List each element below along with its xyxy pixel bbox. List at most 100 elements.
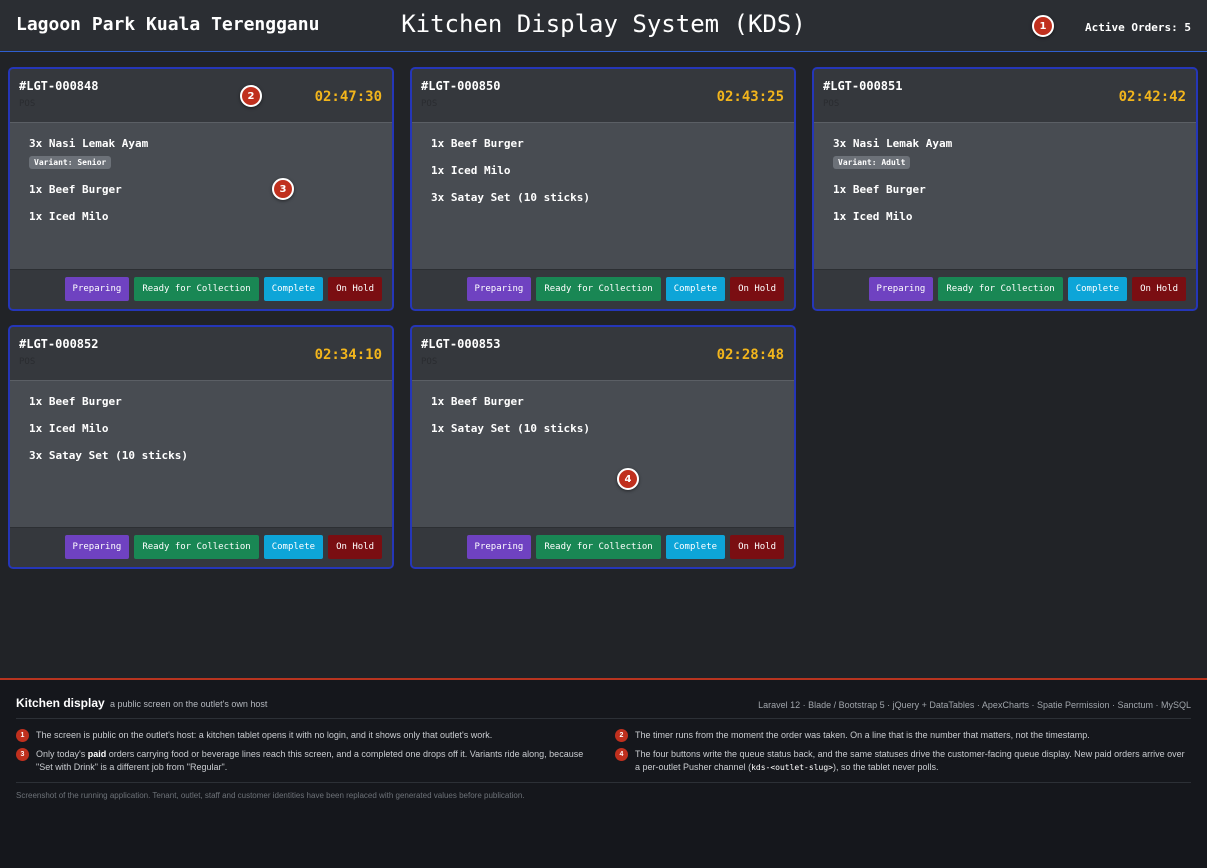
order-card-header: #LGT-000850 POS 02:43:25 — [412, 69, 794, 123]
order-card-header: #LGT-000852 POS 02:34:10 — [10, 327, 392, 381]
order-timer: 02:34:10 — [314, 347, 382, 363]
order-card-actions: Preparing Ready for Collection Complete … — [412, 527, 794, 567]
order-timer: 02:28:48 — [716, 347, 784, 363]
ready-for-collection-button[interactable]: Ready for Collection — [134, 535, 259, 559]
order-item: 1x Beef Burger — [431, 137, 775, 150]
order-item-name: 1x Iced Milo — [29, 210, 109, 223]
annotation-marker-1: 1 — [1032, 15, 1054, 37]
order-card: #LGT-000853 POS 02:28:48 1x Beef Burger … — [410, 325, 796, 569]
order-item-name: 3x Nasi Lemak Ayam — [833, 137, 953, 150]
variant-badge: Variant: Adult — [833, 156, 911, 169]
footer-divider — [16, 718, 1191, 719]
order-item-name: 3x Nasi Lemak Ayam — [29, 137, 149, 150]
preparing-button[interactable]: Preparing — [64, 535, 130, 559]
footer-note-3: 3 Only today's paid orders carrying food… — [16, 748, 591, 774]
order-card-actions: Preparing Ready for Collection Complete … — [10, 527, 392, 567]
order-item-name: 1x Satay Set (10 sticks) — [431, 422, 590, 435]
order-items-list: 1x Beef Burger 1x Iced Milo 3x Satay Set… — [412, 123, 794, 269]
ready-for-collection-button[interactable]: Ready for Collection — [536, 277, 661, 301]
disclaimer: Screenshot of the running application. T… — [16, 791, 525, 800]
order-timer: 02:43:25 — [716, 89, 784, 105]
order-source: POS — [421, 357, 438, 367]
note-text-3b: paid — [87, 749, 107, 759]
on-hold-button[interactable]: On Hold — [328, 535, 382, 559]
order-item-name: 1x Beef Burger — [833, 183, 926, 196]
order-card-header: #LGT-000848 POS 02:47:30 — [10, 69, 392, 123]
order-item: 3x Nasi Lemak Ayam Variant: Senior — [29, 137, 373, 169]
note-text-4c: ), so the tablet never polls. — [832, 762, 939, 772]
note-text-3a: Only today's — [36, 749, 88, 759]
footer-note-4: 4 The four buttons write the queue statu… — [615, 748, 1190, 774]
note-marker-2: 2 — [615, 729, 628, 742]
ready-for-collection-button[interactable]: Ready for Collection — [536, 535, 661, 559]
order-item-name: 1x Beef Burger — [29, 183, 122, 196]
footer-note-2: 2 The timer runs from the moment the ord… — [615, 729, 1190, 742]
on-hold-button[interactable]: On Hold — [730, 535, 784, 559]
footer-note-1: 1 The screen is public on the outlet's h… — [16, 729, 591, 742]
note-text-3c: orders carrying food or beverage lines r… — [36, 749, 584, 772]
order-item: 3x Satay Set (10 sticks) — [29, 449, 373, 462]
order-number: #LGT-000853 — [421, 337, 501, 351]
complete-button[interactable]: Complete — [665, 277, 726, 301]
note-marker-1: 1 — [16, 729, 29, 742]
ready-for-collection-button[interactable]: Ready for Collection — [938, 277, 1063, 301]
order-item-name: 1x Beef Burger — [431, 137, 524, 150]
annotation-marker-4: 4 — [617, 468, 639, 490]
preparing-button[interactable]: Preparing — [868, 277, 934, 301]
active-orders-count: Active Orders: 5 — [1085, 21, 1191, 34]
order-item: 1x Beef Burger — [29, 183, 373, 196]
order-items-list: 3x Nasi Lemak Ayam Variant: Adult 1x Bee… — [814, 123, 1196, 269]
preparing-button[interactable]: Preparing — [466, 277, 532, 301]
order-card: #LGT-000848 POS 02:47:30 3x Nasi Lemak A… — [8, 67, 394, 311]
order-source: POS — [823, 99, 840, 109]
note-text-1: The screen is public on the outlet's hos… — [36, 730, 493, 740]
complete-button[interactable]: Complete — [665, 535, 726, 559]
on-hold-button[interactable]: On Hold — [1132, 277, 1186, 301]
footer-divider-2 — [16, 782, 1191, 783]
order-source: POS — [421, 99, 438, 109]
complete-button[interactable]: Complete — [1067, 277, 1128, 301]
order-item: 1x Iced Milo — [29, 210, 373, 223]
footer-panel: Kitchen display a public screen on the o… — [0, 678, 1207, 868]
on-hold-button[interactable]: On Hold — [328, 277, 382, 301]
order-items-list: 1x Beef Burger 1x Iced Milo 3x Satay Set… — [10, 381, 392, 527]
order-card-actions: Preparing Ready for Collection Complete … — [412, 269, 794, 309]
order-items-list: 1x Beef Burger 1x Satay Set (10 sticks) — [412, 381, 794, 527]
order-item: 1x Beef Burger — [833, 183, 1177, 196]
note-marker-3: 3 — [16, 748, 29, 761]
on-hold-button[interactable]: On Hold — [730, 277, 784, 301]
order-number: #LGT-000850 — [421, 79, 501, 93]
note-text-2: The timer runs from the moment the order… — [635, 730, 1090, 740]
order-source: POS — [19, 99, 36, 109]
order-item: 1x Iced Milo — [29, 422, 373, 435]
order-item-name: 1x Iced Milo — [431, 164, 511, 177]
order-number: #LGT-000848 — [19, 79, 99, 93]
order-item-name: 1x Beef Burger — [29, 395, 122, 408]
complete-button[interactable]: Complete — [263, 277, 324, 301]
annotation-marker-2: 2 — [240, 85, 262, 107]
footer-title: Kitchen display a public screen on the o… — [16, 696, 267, 710]
order-item-name: 3x Satay Set (10 sticks) — [431, 191, 590, 204]
order-item-name: 3x Satay Set (10 sticks) — [29, 449, 188, 462]
complete-button[interactable]: Complete — [263, 535, 324, 559]
preparing-button[interactable]: Preparing — [64, 277, 130, 301]
tech-stack: Laravel 12 · Blade / Bootstrap 5 · jQuer… — [758, 700, 1191, 710]
order-card-actions: Preparing Ready for Collection Complete … — [814, 269, 1196, 309]
order-card: #LGT-000851 POS 02:42:42 3x Nasi Lemak A… — [812, 67, 1198, 311]
order-timer: 02:42:42 — [1118, 89, 1186, 105]
preparing-button[interactable]: Preparing — [466, 535, 532, 559]
kds-header: Lagoon Park Kuala Terengganu Kitchen Dis… — [0, 0, 1207, 52]
order-number: #LGT-000852 — [19, 337, 99, 351]
order-item: 3x Satay Set (10 sticks) — [431, 191, 775, 204]
order-item-name: 1x Beef Burger — [431, 395, 524, 408]
ready-for-collection-button[interactable]: Ready for Collection — [134, 277, 259, 301]
order-item: 1x Iced Milo — [833, 210, 1177, 223]
order-card-header: #LGT-000853 POS 02:28:48 — [412, 327, 794, 381]
order-number: #LGT-000851 — [823, 79, 903, 93]
order-item: 1x Iced Milo — [431, 164, 775, 177]
page-title: Kitchen Display System (KDS) — [401, 10, 806, 38]
order-item: 1x Beef Burger — [29, 395, 373, 408]
footer-title-text: Kitchen display — [16, 696, 105, 710]
order-card-actions: Preparing Ready for Collection Complete … — [10, 269, 392, 309]
order-item: 1x Satay Set (10 sticks) — [431, 422, 775, 435]
